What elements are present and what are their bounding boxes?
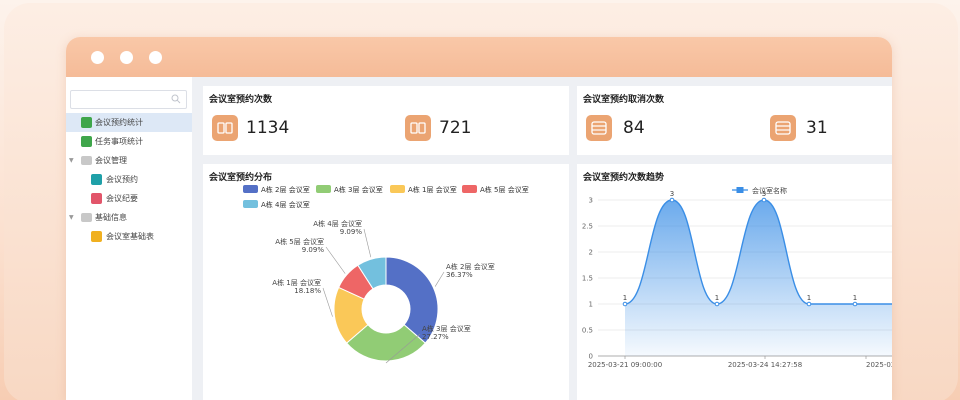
data-point bbox=[852, 301, 858, 307]
trend-card: 会议室预约次数趋势 0 0.5 1 1.5 2 2.5 3 2025-03-21 09:00:… bbox=[577, 164, 892, 400]
x-tick-label: 2025-03-24 14:27:58 bbox=[728, 361, 802, 369]
data-label: 3 bbox=[670, 190, 674, 198]
sidebar-item-meeting-minutes[interactable]: 会议纪要 bbox=[66, 189, 192, 208]
book-icon bbox=[405, 115, 431, 141]
booking-count-card: 会议室预约次数 1134 721 bbox=[203, 86, 569, 155]
window-dot-icon[interactable] bbox=[120, 51, 133, 64]
y-tick-label: 3 bbox=[589, 197, 593, 205]
slice-percent: 36.37% bbox=[446, 271, 473, 279]
leader-line bbox=[322, 287, 333, 317]
list-icon bbox=[770, 115, 796, 141]
sidebar-item-meeting-booking[interactable]: 会议预约 bbox=[66, 170, 192, 189]
browser-window: 会议预约统计 任务事项统计 ▼ 会议管理 会议预约 会议纪要 ▼ 基础信息 会议… bbox=[66, 37, 892, 400]
legend-label: A栋 4层 会议室 bbox=[261, 200, 310, 209]
slice-label: A栋 4层 会议室 bbox=[313, 219, 362, 228]
data-label: 1 bbox=[715, 294, 719, 302]
data-point bbox=[669, 197, 675, 203]
slice-percent: 9.09% bbox=[340, 228, 363, 236]
slice-percent: 9.09% bbox=[302, 246, 325, 254]
cancel-count-card: 会议室预约取消次数 84 31 bbox=[577, 86, 892, 155]
slice-label: A栋 5层 会议室 bbox=[275, 237, 324, 246]
send-icon bbox=[91, 174, 102, 185]
legend-swatch bbox=[736, 187, 744, 193]
window-dot-icon[interactable] bbox=[149, 51, 162, 64]
sidebar-item-task-stats[interactable]: 任务事项统计 bbox=[66, 132, 192, 151]
card-title: 会议室预约次数 bbox=[209, 95, 273, 105]
main-content: 会议预约统计 任务事项统计 ▼ 会议管理 会议预约 会议纪要 ▼ 基础信息 会议… bbox=[66, 77, 892, 400]
slice-percent: 18.18% bbox=[294, 287, 321, 295]
caret-down-icon: ▼ bbox=[69, 214, 74, 221]
slice-percent: 27.27% bbox=[422, 333, 449, 341]
search-input[interactable] bbox=[70, 90, 187, 109]
nav-tree: 会议预约统计 任务事项统计 ▼ 会议管理 会议预约 会议纪要 ▼ 基础信息 会议… bbox=[66, 113, 192, 246]
sidebar-group-meeting-management[interactable]: ▼ 会议管理 bbox=[66, 151, 192, 170]
slice-label: A栋 2层 会议室 bbox=[446, 262, 495, 271]
legend-label: 会议室名称 bbox=[752, 186, 787, 195]
table-icon bbox=[91, 231, 102, 242]
pie-chart: A栋 2层 会议室 A栋 3层 会议室 A栋 1层 会议室 A栋 5层 会议室 A栋 4… bbox=[243, 185, 529, 364]
sidebar-item-label: 会议预约 bbox=[106, 175, 138, 184]
data-point bbox=[761, 197, 767, 203]
y-tick-label: 0 bbox=[589, 353, 593, 361]
sidebar-item-label: 任务事项统计 bbox=[95, 137, 143, 146]
window-dot-icon[interactable] bbox=[91, 51, 104, 64]
legend-label: A栋 2层 会议室 bbox=[261, 185, 310, 194]
legend-label: A栋 5层 会议室 bbox=[480, 185, 529, 194]
note-icon bbox=[91, 193, 102, 204]
sidebar-item-booking-stats[interactable]: 会议预约统计 bbox=[66, 113, 192, 132]
data-label: 1 bbox=[623, 294, 627, 302]
data-point bbox=[806, 301, 812, 307]
list-icon bbox=[586, 115, 612, 141]
data-point bbox=[714, 301, 720, 307]
sidebar-item-label: 会议室基础表 bbox=[106, 232, 154, 241]
sidebar-item-label: 基础信息 bbox=[95, 213, 127, 222]
bar-chart-icon bbox=[81, 136, 92, 147]
sidebar-group-basic-info[interactable]: ▼ 基础信息 bbox=[66, 208, 192, 227]
leader-line bbox=[325, 246, 346, 274]
window-titlebar bbox=[66, 37, 892, 77]
legend-label: A栋 3层 会议室 bbox=[334, 185, 383, 194]
y-tick-label: 2 bbox=[589, 249, 593, 257]
folder-icon bbox=[81, 156, 92, 165]
legend-swatch bbox=[316, 185, 331, 193]
data-point bbox=[622, 301, 628, 307]
distribution-card: 会议室预约分布 A栋 2层 会议室 A栋 3层 会议室 A栋 1层 会议室 A栋 5层… bbox=[203, 164, 569, 400]
sidebar-item-label: 会议预约统计 bbox=[95, 118, 143, 127]
sidebar-item-label: 会议纪要 bbox=[106, 194, 138, 203]
stat-value: 1134 bbox=[246, 118, 290, 138]
legend-swatch bbox=[462, 185, 477, 193]
stat-value: 721 bbox=[439, 118, 472, 138]
x-tick-label: 2025-03-21 09:00:00 bbox=[588, 361, 662, 369]
slice-label: A栋 3层 会议室 bbox=[422, 324, 471, 333]
bar-chart-icon bbox=[81, 117, 92, 128]
legend-swatch bbox=[390, 185, 405, 193]
data-label: 1 bbox=[807, 294, 811, 302]
line-chart: 0 0.5 1 1.5 2 2.5 3 2025-03-21 09:00:00 2025-03-… bbox=[582, 186, 892, 369]
data-label: 1 bbox=[853, 294, 857, 302]
legend-swatch bbox=[243, 200, 258, 208]
caret-down-icon: ▼ bbox=[69, 157, 74, 164]
leader-line bbox=[363, 228, 372, 258]
folder-icon bbox=[81, 213, 92, 222]
legend-label: A栋 1层 会议室 bbox=[408, 185, 457, 194]
book-icon bbox=[212, 115, 238, 141]
search-icon bbox=[171, 94, 181, 104]
y-tick-label: 1 bbox=[589, 301, 593, 309]
sidebar: 会议预约统计 任务事项统计 ▼ 会议管理 会议预约 会议纪要 ▼ 基础信息 会议… bbox=[66, 77, 192, 400]
stat-value: 31 bbox=[806, 118, 828, 138]
y-tick-label: 0.5 bbox=[582, 327, 593, 335]
slice-label: A栋 1层 会议室 bbox=[272, 278, 321, 287]
y-tick-label: 2.5 bbox=[582, 223, 593, 231]
sidebar-item-room-table[interactable]: 会议室基础表 bbox=[66, 227, 192, 246]
sidebar-item-label: 会议管理 bbox=[95, 156, 127, 165]
y-tick-label: 1.5 bbox=[582, 275, 593, 283]
x-tick-label: 2025-03 bbox=[866, 361, 892, 369]
legend-swatch bbox=[243, 185, 258, 193]
card-title: 会议室预约取消次数 bbox=[583, 95, 665, 105]
leader-line bbox=[434, 271, 445, 287]
stat-value: 84 bbox=[623, 118, 645, 138]
